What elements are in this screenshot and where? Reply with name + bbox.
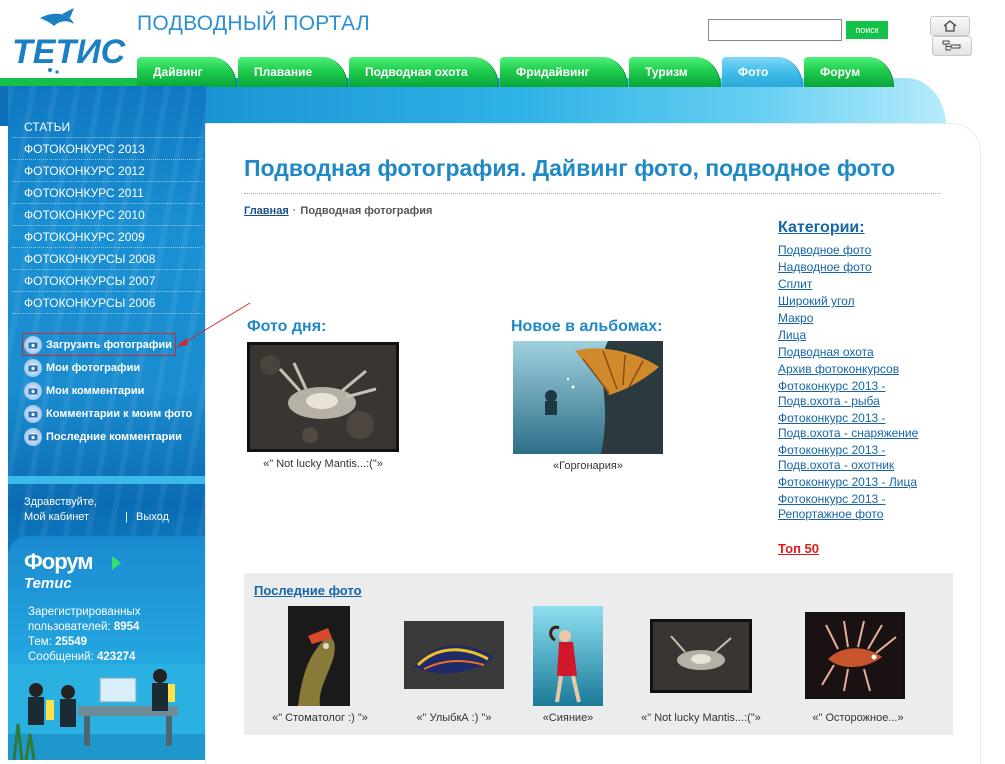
- annotation-arrow: [176, 302, 251, 347]
- breadcrumb-home-link[interactable]: Главная: [244, 205, 289, 217]
- tab-photo[interactable]: Фото: [722, 57, 803, 87]
- sidebar-item-contest-2009[interactable]: ФОТОКОНКУРС 2009: [12, 226, 202, 248]
- latest-photos-heading[interactable]: Последние фото: [254, 583, 362, 598]
- home-icon[interactable]: [930, 16, 970, 36]
- mantis-shrimp-photo: [653, 622, 749, 690]
- category-link[interactable]: Лица: [778, 328, 948, 343]
- title-divider: [244, 193, 940, 194]
- logo-graphic: ТЕТИС: [12, 8, 126, 74]
- camera-icon: [24, 336, 42, 354]
- category-link[interactable]: Надводное фото: [778, 260, 948, 275]
- new-in-albums-heading: Новое в альбомах:: [511, 318, 663, 335]
- forum-subtitle: Тетис: [24, 575, 72, 592]
- logout-link[interactable]: Выход: [136, 511, 169, 523]
- search-input[interactable]: [708, 19, 842, 41]
- latest-photo-thumb[interactable]: [650, 619, 752, 693]
- photo-of-day-caption[interactable]: «" Not lucky Mantis...:("»: [247, 458, 399, 470]
- sidebar-item-contest-2012[interactable]: ФОТОКОНКУРС 2012: [12, 160, 202, 182]
- upload-photos-label: Загрузить фотографии: [46, 339, 173, 351]
- camera-icon: [24, 382, 42, 400]
- tab-tourism[interactable]: Туризм: [629, 57, 721, 87]
- sidebar-divider: [8, 476, 206, 484]
- my-cabinet-link[interactable]: Мой кабинет: [24, 511, 89, 523]
- stat-topics: Тем: 25549: [28, 636, 88, 648]
- category-link[interactable]: Фотоконкурс 2013 - Подв.охота - снаряжен…: [778, 411, 948, 441]
- tetis-logo[interactable]: ТЕТИС: [10, 8, 130, 80]
- header-green-line: [0, 78, 137, 86]
- categories-list: Подводное фото Надводное фото Сплит Широ…: [778, 243, 948, 524]
- latest-photo-thumb[interactable]: [805, 612, 905, 699]
- category-link[interactable]: Архив фотоконкурсов: [778, 362, 948, 377]
- latest-photo-caption[interactable]: «Сияние»: [528, 712, 608, 724]
- breadcrumb-separator: ·: [292, 205, 297, 217]
- latest-photo-thumb[interactable]: [533, 606, 603, 706]
- camera-icon: [24, 428, 42, 446]
- nudibranch-photo: [404, 621, 504, 689]
- top-50-link[interactable]: Топ 50: [778, 541, 819, 556]
- stat-messages: Сообщений: 423274: [28, 651, 136, 663]
- category-link[interactable]: Фотоконкурс 2013 - Подв.охота - рыба: [778, 379, 948, 409]
- sidebar-item-contest-2011[interactable]: ФОТОКОНКУРС 2011: [12, 182, 202, 204]
- new-in-albums-thumb[interactable]: [513, 341, 663, 454]
- divers-image: [8, 664, 206, 760]
- category-link[interactable]: Фотоконкурс 2013 - Подв.охота - охотник: [778, 443, 948, 473]
- sidebar-item-contest-2008[interactable]: ФОТОКОНКУРСЫ 2008: [12, 248, 202, 270]
- category-link[interactable]: Фотоконкурс 2013 - Репортажное фото: [778, 492, 948, 522]
- category-link[interactable]: Подводная охота: [778, 345, 948, 360]
- sidebar-item-contest-2007[interactable]: ФОТОКОНКУРСЫ 2007: [12, 270, 202, 292]
- tab-diving[interactable]: Дайвинг: [137, 57, 237, 87]
- photo-of-day-thumb[interactable]: [247, 342, 399, 452]
- camera-icon: [24, 405, 42, 423]
- latest-comments-label: Последние комментарии: [46, 431, 182, 443]
- my-photos-link[interactable]: Мои фотографии: [22, 357, 140, 379]
- my-photos-label: Мои фотографии: [46, 362, 141, 374]
- latest-comments-link[interactable]: Последние комментарии: [22, 426, 182, 448]
- stat-users: пользователей: 8954: [28, 621, 140, 633]
- breadcrumb-current: Подводная фотография: [300, 205, 433, 217]
- separator: |: [125, 511, 128, 523]
- gorgonian-photo: [513, 341, 663, 454]
- mantis-shrimp-photo: [250, 345, 396, 449]
- latest-photo-caption[interactable]: «" УлыбкА :) "»: [394, 712, 514, 724]
- category-link[interactable]: Широкий угол: [778, 294, 948, 309]
- tab-swimming[interactable]: Плавание: [238, 57, 348, 87]
- categories-title[interactable]: Категории:: [778, 219, 865, 237]
- tab-spearfishing[interactable]: Подводная охота: [349, 57, 499, 87]
- logo-text: ТЕТИС: [12, 33, 126, 71]
- breadcrumb: Главная · Подводная фотография: [244, 205, 432, 217]
- latest-photo-thumb[interactable]: [288, 606, 350, 706]
- comments-on-my-photos-label: Комментарии к моим фото: [46, 408, 193, 420]
- camera-icon: [24, 359, 42, 377]
- search-button[interactable]: поиск: [846, 21, 888, 39]
- category-link[interactable]: Фотоконкурс 2013 - Лица: [778, 475, 948, 490]
- left-sidebar: СТАТЬИ ФОТОКОНКУРС 2013 ФОТОКОНКУРС 2012…: [8, 86, 206, 760]
- lionfish-photo: [808, 615, 902, 696]
- my-comments-link[interactable]: Мои комментарии: [22, 380, 144, 402]
- category-link[interactable]: Макро: [778, 311, 948, 326]
- mermaid-photo: [533, 606, 603, 706]
- latest-photo-caption[interactable]: «" Осторожное...»: [795, 712, 921, 724]
- new-in-albums-caption[interactable]: «Горгонария»: [513, 460, 663, 472]
- forum-arrow-icon[interactable]: [112, 556, 121, 570]
- latest-photo-caption[interactable]: «" Not lucky Mantis...:("»: [631, 712, 771, 724]
- comments-on-my-photos-link[interactable]: Комментарии к моим фото: [22, 403, 192, 425]
- latest-photo-thumb[interactable]: [404, 621, 504, 689]
- moray-eel-photo: [288, 606, 350, 706]
- greeting-text: Здравствуйте,: [24, 496, 97, 508]
- tab-forum[interactable]: Форум: [804, 57, 894, 87]
- forum-title[interactable]: Форум: [24, 549, 94, 575]
- category-link[interactable]: Подводное фото: [778, 243, 948, 258]
- tab-freediving[interactable]: Фридайвинг: [500, 57, 628, 87]
- sidebar-item-contest-2013[interactable]: ФОТОКОНКУРС 2013: [12, 138, 202, 160]
- latest-photo-caption[interactable]: «" Стоматолог :) "»: [262, 712, 378, 724]
- page-title: Подводная фотография. Дайвинг фото, подв…: [244, 155, 896, 181]
- sidebar-item-contest-2010[interactable]: ФОТОКОНКУРС 2010: [12, 204, 202, 226]
- sitemap-icon[interactable]: [932, 36, 972, 56]
- sidebar-item-articles[interactable]: СТАТЬИ: [12, 116, 202, 138]
- upload-photos-link[interactable]: Загрузить фотографии: [22, 334, 172, 356]
- stat-registered: Зарегистрированных: [28, 606, 141, 618]
- portal-title: ПОДВОДНЫЙ ПОРТАЛ: [137, 12, 370, 35]
- my-comments-label: Мои комментарии: [46, 385, 145, 397]
- category-link[interactable]: Сплит: [778, 277, 948, 292]
